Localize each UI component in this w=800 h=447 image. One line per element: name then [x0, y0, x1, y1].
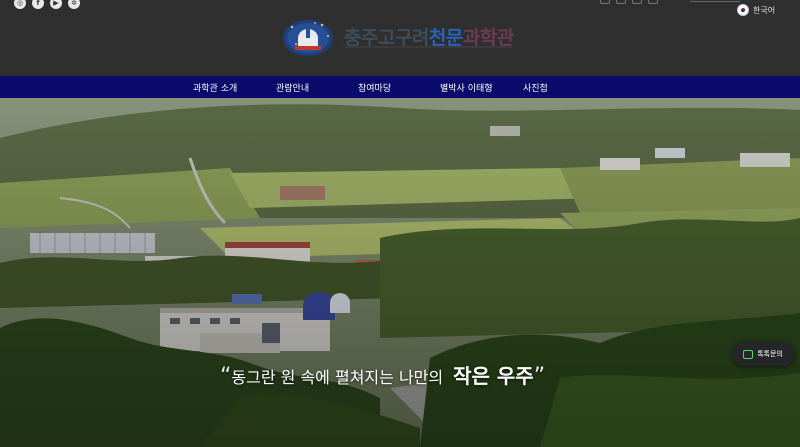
nav-item-participation[interactable]: 참여마당: [358, 81, 391, 94]
facebook-icon[interactable]: f: [32, 0, 44, 9]
language-selector[interactable]: 한국어: [737, 4, 775, 16]
chat-inquiry-button[interactable]: 톡톡문의: [732, 342, 794, 366]
nav-item-visit-info[interactable]: 관람안내: [276, 81, 309, 94]
instagram-icon[interactable]: ◎: [14, 0, 26, 9]
tagline-emphasis: 작은 우주: [453, 364, 534, 388]
main-nav: 과학관 소개 관람안내 참여마당 별박사 이태형 사진첩: [0, 76, 800, 98]
site-header: ◎ f ▶ ✲ 한국어 충주고구려천문과학관: [0, 0, 800, 76]
korea-flag-icon: [737, 4, 749, 16]
logo-subline: [343, 46, 513, 48]
nav-item-gallery[interactable]: 사진첩: [523, 81, 548, 94]
quote-open: “: [220, 364, 232, 389]
utility-links: [600, 0, 658, 4]
quote-close: ”: [533, 364, 546, 389]
util-link-3[interactable]: [632, 0, 642, 4]
nav-item-about[interactable]: 과학관 소개: [193, 81, 237, 94]
hero-tagline: “ 동그란 원 속에 펼쳐지는 나만의 작은 우주 ”: [220, 360, 545, 389]
chat-bubble-icon: [743, 349, 754, 359]
hero-banner: “ 동그란 원 속에 펼쳐지는 나만의 작은 우주 ”: [0, 98, 800, 447]
site-logo[interactable]: 충주고구려천문과학관: [282, 14, 514, 58]
youtube-icon[interactable]: ▶: [50, 0, 62, 9]
tagline-text: 동그란 원 속에 펼쳐지는 나만의: [231, 368, 444, 387]
util-link-4[interactable]: [648, 0, 658, 4]
language-label: 한국어: [753, 5, 776, 15]
util-link-2[interactable]: [616, 0, 626, 4]
divider: [690, 1, 740, 2]
nav-item-star-doctor[interactable]: 별박사 이태형: [440, 81, 493, 94]
hero-landscape-image: [0, 98, 800, 447]
social-links: ◎ f ▶ ✲: [14, 0, 80, 9]
chat-label: 톡톡문의: [757, 350, 783, 358]
observatory-emblem-icon: [282, 14, 338, 58]
util-link-1[interactable]: [600, 0, 610, 4]
blog-icon[interactable]: ✲: [68, 0, 80, 9]
